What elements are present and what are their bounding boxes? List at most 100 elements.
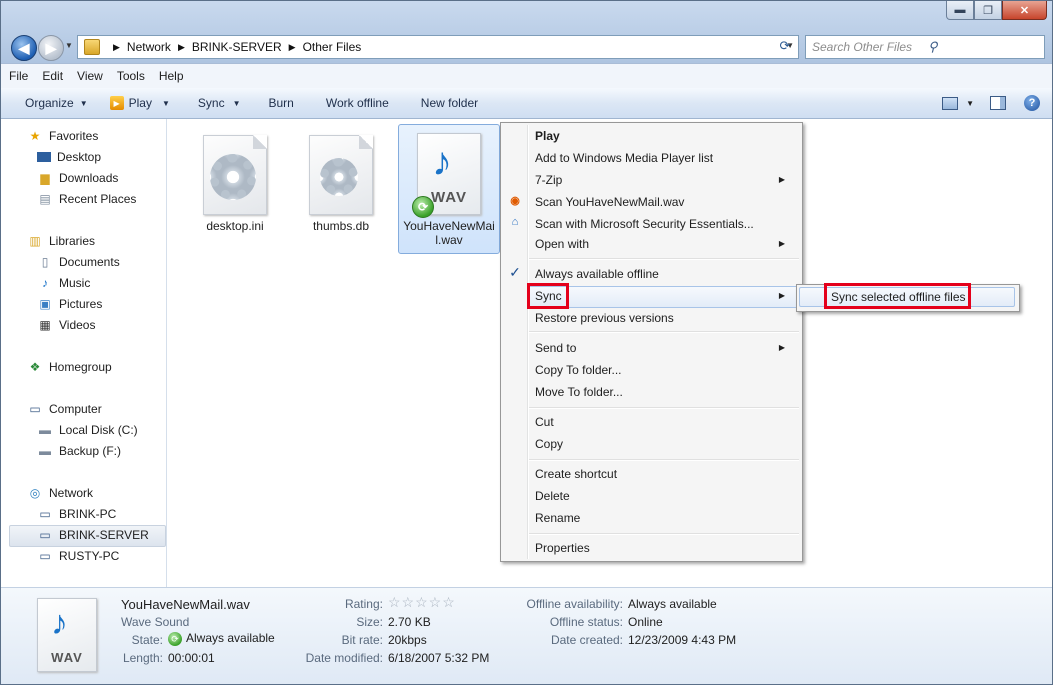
menu-item-send-to[interactable]: Send to ▶ [535, 337, 793, 359]
menu-item-create-shortcut[interactable]: Create shortcut [535, 463, 617, 485]
sidebar-item-local-disk[interactable]: ▬ Local Disk (C:) [37, 420, 138, 440]
search-icon[interactable]: ⚲ [928, 39, 1038, 55]
file-item-selected[interactable]: ♪ WAV ⟳ YouHaveNewMai l.wav [398, 124, 500, 254]
new-folder-button[interactable]: New folder [421, 96, 478, 110]
organize-button[interactable]: Organize ▼ [25, 96, 88, 110]
back-button[interactable]: ◀ [11, 35, 37, 61]
burn-button[interactable]: Burn [269, 96, 294, 110]
sidebar-item-downloads[interactable]: ▆ Downloads [37, 168, 118, 188]
file-item[interactable]: desktop.ini [185, 129, 285, 233]
menu-view[interactable]: View [77, 69, 103, 83]
breadcrumb-other-files[interactable]: Other Files [303, 40, 362, 54]
view-options-dropdown-icon[interactable]: ▼ [966, 99, 974, 108]
search-input[interactable]: Search Other Files [812, 40, 922, 54]
chevron-down-icon: ▼ [161, 98, 170, 108]
sidebar-item-brink-pc[interactable]: ▭ BRINK-PC [37, 504, 116, 524]
refresh-icon[interactable]: ⟳ [775, 37, 795, 55]
libraries-icon: ▥ [29, 234, 41, 248]
recent-pages-dropdown[interactable]: ▼ [65, 41, 73, 50]
play-icon: ▶ [109, 96, 124, 110]
menu-item-scan[interactable]: Scan YouHaveNewMail.wav [535, 191, 684, 213]
bitrate-label: Bit rate: [341, 633, 383, 647]
sync-status-icon: ⟳ [412, 196, 434, 218]
sidebar-item-music[interactable]: ♪ Music [37, 273, 90, 293]
menu-item-7zip[interactable]: 7-Zip ▶ [535, 169, 793, 191]
breadcrumb-chevron-icon[interactable]: ▶ [113, 42, 120, 53]
sidebar-item-libraries[interactable]: ▥ Libraries [27, 231, 95, 251]
breadcrumb-chevron-icon[interactable]: ▶ [289, 42, 296, 53]
menu-item-copy-to-folder[interactable]: Copy To folder... [535, 359, 622, 381]
sidebar-item-computer[interactable]: ▭ Computer [27, 399, 101, 419]
sidebar-item-backup[interactable]: ▬ Backup (F:) [37, 441, 121, 461]
menu-tools[interactable]: Tools [117, 69, 145, 83]
menu-item-move-to-folder[interactable]: Move To folder... [535, 381, 623, 403]
details-filename: YouHaveNewMail.wav [121, 597, 250, 612]
minimize-button[interactable]: ▬ [946, 1, 974, 20]
sidebar-item-desktop[interactable]: Desktop [37, 147, 101, 167]
address-bar[interactable]: ▶ Network ▶ BRINK-SERVER ▶ Other Files ▼ [77, 35, 799, 59]
offline-status-label: Offline status: [549, 615, 623, 629]
change-view-icon[interactable] [942, 96, 959, 110]
menu-help[interactable]: Help [159, 69, 184, 83]
sidebar-item-pictures[interactable]: ▣ Pictures [37, 294, 102, 314]
submenu-arrow-icon: ▶ [778, 175, 785, 184]
forward-button[interactable]: ▶ [38, 35, 64, 61]
network-computer-icon: ▭ [39, 507, 51, 521]
sidebar-item-label: RUSTY-PC [59, 549, 120, 563]
file-item[interactable]: thumbs.db [291, 129, 391, 233]
menu-separator [529, 407, 799, 409]
network-computer-icon: ▭ [39, 549, 51, 563]
settings-file-icon [203, 135, 267, 215]
menu-item-scan-mse[interactable]: Scan with Microsoft Security Essentials.… [535, 213, 754, 235]
rating-stars[interactable]: ☆☆☆☆☆ [388, 594, 456, 611]
breadcrumb-network[interactable]: Network [127, 40, 171, 54]
sync-button[interactable]: Sync ▼ [198, 96, 241, 110]
menu-item-cut[interactable]: Cut [535, 411, 554, 433]
file-type-label: WAV [51, 650, 83, 665]
menu-item-label: Send to [535, 341, 577, 355]
menu-item-restore-previous-versions[interactable]: Restore previous versions [535, 307, 674, 329]
menu-item-properties[interactable]: Properties [535, 537, 590, 559]
details-type: Wave Sound [121, 615, 190, 629]
menu-item-copy[interactable]: Copy [535, 433, 563, 455]
sidebar-item-label: Videos [59, 318, 96, 332]
menu-separator [529, 258, 799, 260]
preview-pane-icon[interactable] [990, 96, 1006, 110]
sidebar-item-label: Homegroup [49, 360, 112, 374]
menu-item-add-to-wmp[interactable]: Add to Windows Media Player list [535, 147, 713, 169]
sidebar-item-brink-server[interactable]: ▭ BRINK-SERVER [37, 525, 148, 545]
sidebar-item-favorites[interactable]: ★ Favorites [27, 126, 99, 146]
sidebar-item-network[interactable]: ◎ Network [27, 483, 93, 503]
sync-ok-icon: ⟳ [168, 631, 182, 646]
offline-availability-label: Offline availability: [526, 597, 624, 611]
sidebar-item-rusty-pc[interactable]: ▭ RUSTY-PC [37, 546, 119, 566]
rating-label: Rating: [344, 597, 383, 611]
file-name: thumbs.db [312, 219, 370, 233]
close-button[interactable]: ✕ [1002, 1, 1047, 20]
breadcrumb-brink-server[interactable]: BRINK-SERVER [192, 40, 282, 54]
breadcrumb-chevron-icon[interactable]: ▶ [178, 42, 185, 53]
maximize-button[interactable]: ❐ [974, 1, 1002, 20]
menu-bar: File Edit View Tools Help [1, 63, 1052, 89]
sidebar-item-recent-places[interactable]: ▤ Recent Places [37, 189, 136, 209]
search-box[interactable]: Search Other Files ⚲ [805, 35, 1045, 59]
menu-item-delete[interactable]: Delete [535, 485, 570, 507]
chevron-down-icon: ▼ [232, 98, 241, 108]
help-icon[interactable]: ? [1024, 95, 1040, 111]
sidebar-item-label: Network [49, 486, 94, 500]
menu-item-play[interactable]: Play [535, 125, 560, 147]
menu-item-sync[interactable]: Sync ▶ [535, 285, 793, 307]
menu-item-open-with[interactable]: Open with ▶ [535, 233, 793, 255]
work-offline-button[interactable]: Work offline [326, 96, 389, 110]
menu-item-rename[interactable]: Rename [535, 507, 580, 529]
menu-item-always-available-offline[interactable]: Always available offline [535, 263, 659, 285]
network-computer-icon: ▭ [39, 528, 51, 542]
submenu-arrow-icon: ▶ [778, 291, 785, 300]
menu-edit[interactable]: Edit [42, 69, 63, 83]
caption-buttons: ▬ ❐ ✕ [946, 1, 1047, 21]
play-button[interactable]: ▶ Play ▼ [109, 96, 170, 110]
sidebar-item-videos[interactable]: ▦ Videos [37, 315, 95, 335]
sidebar-item-documents[interactable]: ▯ Documents [37, 252, 120, 272]
sidebar-item-homegroup[interactable]: ❖ Homegroup [27, 357, 112, 377]
menu-file[interactable]: File [9, 69, 28, 83]
